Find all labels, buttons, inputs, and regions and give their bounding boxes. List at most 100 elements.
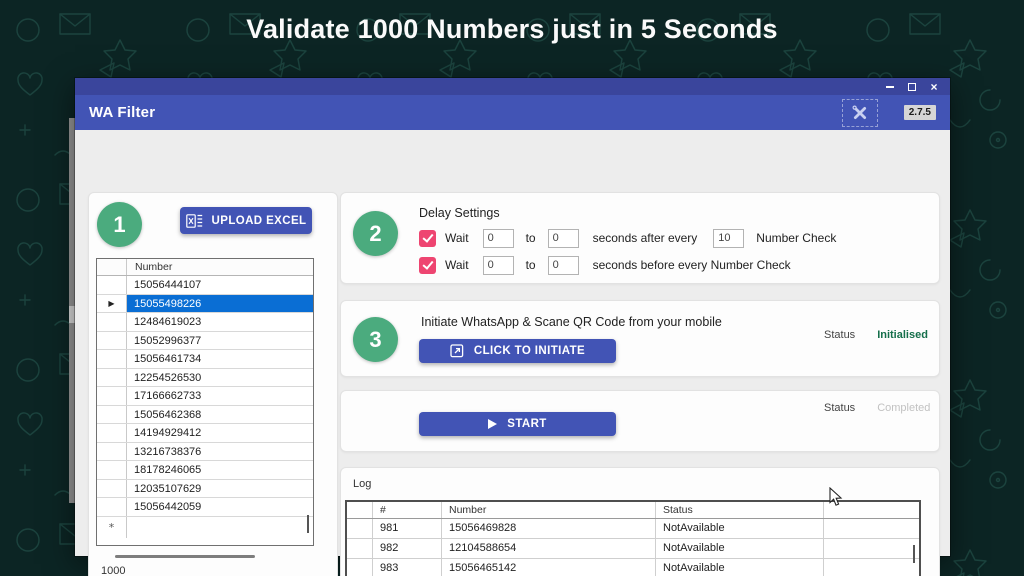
start-button[interactable]: START xyxy=(419,412,616,436)
row-selector xyxy=(97,369,127,387)
status-cell: NotAvailable xyxy=(656,539,824,558)
minimize-button[interactable] xyxy=(884,81,896,93)
close-button[interactable]: × xyxy=(928,81,940,93)
row-selector: ▶ xyxy=(97,295,127,313)
app-window: × WA Filter 2.7.5 xyxy=(75,78,950,556)
step1-panel: 1 UPLOAD EXCEL Number xyxy=(88,192,338,576)
table-new-row[interactable]: * xyxy=(97,517,313,538)
status-label: Status xyxy=(824,329,855,341)
version-badge: 2.7.5 xyxy=(904,105,936,120)
log-table-vscrollbar[interactable] xyxy=(913,545,915,563)
table-row[interactable]: 13216738376 xyxy=(97,443,313,462)
number-cell[interactable]: 18178246065 xyxy=(127,461,313,479)
table-row[interactable]: 12035107629 xyxy=(97,480,313,499)
filler-cell xyxy=(824,559,919,576)
number-cell[interactable]: 15055498226 xyxy=(127,295,313,313)
delay-row-after: Wait to seconds after every Number Check xyxy=(419,228,836,248)
upload-excel-button[interactable]: UPLOAD EXCEL xyxy=(180,207,312,234)
screen: Validate 1000 Numbers just in 5 Seconds … xyxy=(0,0,1024,576)
number-cell[interactable]: 12035107629 xyxy=(127,480,313,498)
row-selector-header xyxy=(347,502,373,518)
wait-after-checkbox[interactable] xyxy=(419,230,436,247)
row-selector xyxy=(97,313,127,331)
table-row[interactable]: 12484619023 xyxy=(97,313,313,332)
table-row[interactable]: 18178246065 xyxy=(97,461,313,480)
table-row[interactable]: 15052996377 xyxy=(97,332,313,351)
row-selector xyxy=(97,406,127,424)
maximize-button[interactable] xyxy=(906,81,918,93)
log-row[interactable]: 982 12104588654 NotAvailable xyxy=(347,539,919,559)
number-cell[interactable]: 17166662733 xyxy=(127,387,313,405)
number-cell[interactable]: 15056444107 xyxy=(127,276,313,294)
numbers-table-vscrollbar[interactable] xyxy=(307,515,309,533)
to-label: to xyxy=(526,258,536,272)
close-icon: × xyxy=(930,81,937,93)
table-row[interactable]: 15056461734 xyxy=(97,350,313,369)
row-selector xyxy=(97,387,127,405)
filler-cell xyxy=(824,539,919,558)
wait-before-checkbox[interactable] xyxy=(419,257,436,274)
row-selector xyxy=(97,332,127,350)
number-cell[interactable] xyxy=(127,517,313,538)
every-count-input[interactable] xyxy=(713,229,744,248)
row-selector xyxy=(97,424,127,442)
row-selector xyxy=(97,276,127,294)
row-selector xyxy=(97,461,127,479)
table-row[interactable]: 15056444107 xyxy=(97,276,313,295)
filler-cell xyxy=(824,519,919,538)
number-cell: 15056469828 xyxy=(442,519,656,538)
start-status-value: Completed xyxy=(877,402,930,414)
table-row[interactable]: 14194929412 xyxy=(97,424,313,443)
number-cell[interactable]: 15052996377 xyxy=(127,332,313,350)
log-row[interactable]: 981 15056469828 NotAvailable xyxy=(347,519,919,539)
before-suffix-label: seconds before every Number Check xyxy=(593,258,791,272)
delay-settings-title: Delay Settings xyxy=(419,206,500,220)
status-column-header: Status xyxy=(656,502,824,518)
window-content: 1 UPLOAD EXCEL Number xyxy=(75,130,950,556)
number-cell[interactable]: 12254526530 xyxy=(127,369,313,387)
status-label: Status xyxy=(824,402,855,414)
initiate-panel: 3 Initiate WhatsApp & Scane QR Code from… xyxy=(340,300,940,377)
index-cell: 983 xyxy=(373,559,442,576)
start-panel: START Status Completed xyxy=(340,390,940,452)
row-selector xyxy=(97,480,127,498)
click-to-initiate-label: CLICK TO INITIATE xyxy=(474,345,585,357)
minimize-icon xyxy=(886,86,894,88)
wait-before-from-input[interactable] xyxy=(483,256,514,275)
row-selector xyxy=(347,519,373,538)
app-title: WA Filter xyxy=(89,104,155,121)
log-row[interactable]: 983 15056465142 NotAvailable xyxy=(347,559,919,576)
play-icon xyxy=(488,419,497,429)
number-cell[interactable]: 15056442059 xyxy=(127,498,313,516)
wait-after-to-input[interactable] xyxy=(548,229,579,248)
numbers-table-hscrollbar[interactable] xyxy=(115,555,255,558)
mouse-pointer-icon xyxy=(829,487,844,507)
new-row-icon: * xyxy=(109,521,115,534)
table-row[interactable]: 15056462368 xyxy=(97,406,313,425)
log-table: # Number Status 981 15056469828 NotAvail… xyxy=(345,500,921,576)
number-cell[interactable]: 12484619023 xyxy=(127,313,313,331)
wait-before-to-input[interactable] xyxy=(548,256,579,275)
index-cell: 981 xyxy=(373,519,442,538)
table-row[interactable]: 15056442059 xyxy=(97,498,313,517)
table-row-selected[interactable]: ▶15055498226 xyxy=(97,295,313,314)
click-to-initiate-button[interactable]: CLICK TO INITIATE xyxy=(419,339,616,363)
number-check-label: Number Check xyxy=(756,231,836,245)
numbers-table-header: Number xyxy=(97,259,313,276)
row-selector-header xyxy=(97,259,127,275)
wait-label: Wait xyxy=(445,231,469,245)
table-row[interactable]: 17166662733 xyxy=(97,387,313,406)
settings-button[interactable] xyxy=(842,99,878,127)
number-cell[interactable]: 13216738376 xyxy=(127,443,313,461)
log-panel: Log # Number Status 981 15056469828 NotA… xyxy=(340,467,940,576)
number-cell[interactable]: 14194929412 xyxy=(127,424,313,442)
step1-badge: 1 xyxy=(97,202,142,247)
number-cell[interactable]: 15056462368 xyxy=(127,406,313,424)
number-cell[interactable]: 15056461734 xyxy=(127,350,313,368)
row-selector xyxy=(97,498,127,516)
step3-badge: 3 xyxy=(353,317,398,362)
number-column-header: Number xyxy=(127,259,172,275)
launch-arrow-icon xyxy=(450,344,464,358)
wait-after-from-input[interactable] xyxy=(483,229,514,248)
table-row[interactable]: 12254526530 xyxy=(97,369,313,388)
